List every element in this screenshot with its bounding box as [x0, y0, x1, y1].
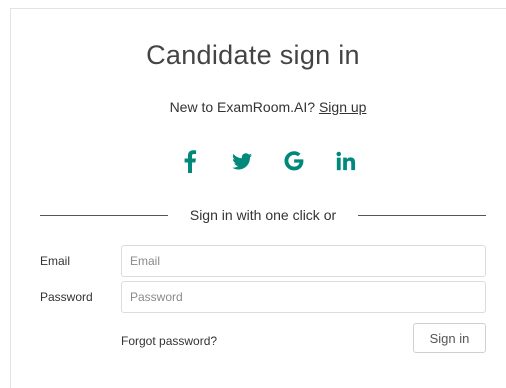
- password-field[interactable]: [121, 281, 486, 313]
- email-field[interactable]: [121, 245, 486, 277]
- linkedin-icon: [336, 151, 356, 171]
- twitter-login-button[interactable]: [216, 146, 268, 176]
- facebook-login-button[interactable]: [164, 146, 216, 176]
- divider-line-left: [40, 214, 168, 216]
- signup-prompt-text: New to ExamRoom.AI?: [169, 99, 316, 115]
- page-title: Candidate sign in: [146, 40, 360, 70]
- twitter-icon: [232, 152, 252, 169]
- google-icon: [284, 151, 304, 171]
- social-login-row: [0, 146, 506, 176]
- password-label: Password: [40, 290, 93, 304]
- forgot-password-link[interactable]: Forgot password?: [121, 334, 217, 348]
- divider: Sign in with one click or: [40, 205, 487, 225]
- signup-prompt: New to ExamRoom.AI? Sign up: [0, 99, 506, 115]
- linkedin-login-button[interactable]: [320, 146, 372, 176]
- google-login-button[interactable]: [268, 146, 320, 176]
- email-label: Email: [40, 254, 71, 268]
- divider-line-right: [358, 214, 487, 216]
- facebook-icon: [184, 150, 197, 173]
- sign-in-button[interactable]: Sign in: [413, 323, 486, 353]
- divider-text: Sign in with one click or: [189, 207, 337, 223]
- signup-link[interactable]: Sign up: [319, 99, 366, 115]
